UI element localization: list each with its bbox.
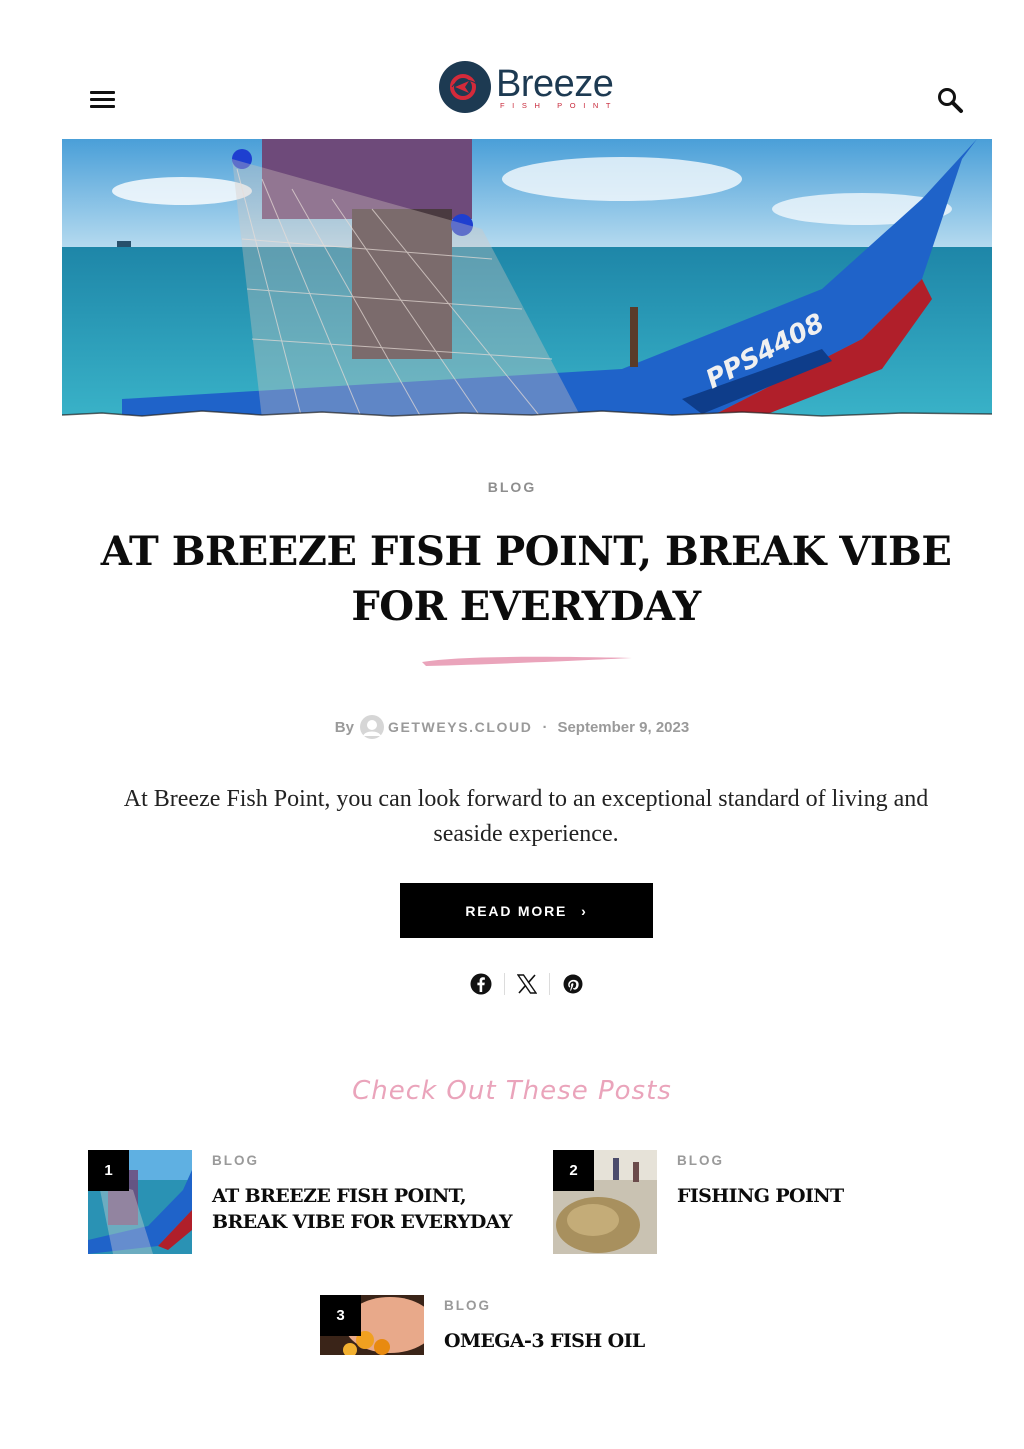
- related-post-1[interactable]: 1 BLOG AT BREEZE FISH POINT, BREAK VIBE …: [88, 1150, 513, 1254]
- author-link[interactable]: GETWEYS.CLOUD: [388, 719, 532, 735]
- post-category[interactable]: BLOG: [677, 1153, 724, 1168]
- meta-separator: ·: [542, 718, 548, 736]
- post-rank-badge: 2: [553, 1150, 594, 1191]
- hamburger-menu-icon[interactable]: [90, 89, 115, 111]
- share-divider: [503, 973, 505, 995]
- read-more-label: READ MORE: [465, 902, 568, 919]
- brush-divider-icon: [422, 656, 632, 666]
- post-date: September 9, 2023: [557, 718, 690, 736]
- post-category[interactable]: BLOG: [212, 1153, 259, 1168]
- post-title-link[interactable]: AT BREEZE FISH POINT, BREAK VIBE FOR EVE…: [212, 1183, 532, 1235]
- by-label: By: [334, 718, 354, 736]
- avatar[interactable]: [359, 715, 384, 739]
- post-title-link[interactable]: OMEGA-3 FISH OIL: [444, 1328, 764, 1354]
- post-category[interactable]: BLOG: [0, 479, 1024, 495]
- post-rank-badge: 3: [320, 1295, 361, 1336]
- share-divider: [549, 973, 551, 995]
- x-twitter-icon[interactable]: [511, 970, 544, 998]
- hero-image[interactable]: PPS4408: [62, 139, 992, 439]
- post-excerpt: At Breeze Fish Point, you can look forwa…: [123, 786, 929, 847]
- pinterest-icon[interactable]: [556, 970, 589, 998]
- facebook-icon[interactable]: [465, 970, 498, 998]
- logo-mark-icon: [439, 61, 491, 113]
- chevron-right-icon: ›: [581, 902, 588, 919]
- site-logo[interactable]: Breeze FISH POINT: [438, 60, 628, 116]
- logo-name: Breeze: [496, 63, 614, 105]
- read-more-button[interactable]: READ MORE ›: [400, 883, 653, 938]
- search-icon[interactable]: [936, 86, 964, 114]
- related-posts-heading: Check Out These Posts: [352, 1076, 672, 1106]
- related-post-3[interactable]: 3 BLOG OMEGA-3 FISH OIL: [320, 1295, 740, 1355]
- post-title[interactable]: AT BREEZE FISH POINT, BREAK VIBE FOR EVE…: [100, 524, 952, 634]
- fisherman-boat-image: PPS4408: [62, 139, 992, 439]
- post-title-link[interactable]: FISHING POINT: [677, 1183, 997, 1209]
- share-bar: [465, 970, 589, 998]
- post-rank-badge: 1: [88, 1150, 129, 1191]
- logo-tagline: FISH POINT: [500, 101, 619, 110]
- post-meta: By GETWEYS.CLOUD · September 9, 2023: [0, 715, 1024, 739]
- related-post-2[interactable]: 2 BLOG FISHING POINT: [553, 1150, 973, 1254]
- post-category[interactable]: BLOG: [444, 1298, 491, 1313]
